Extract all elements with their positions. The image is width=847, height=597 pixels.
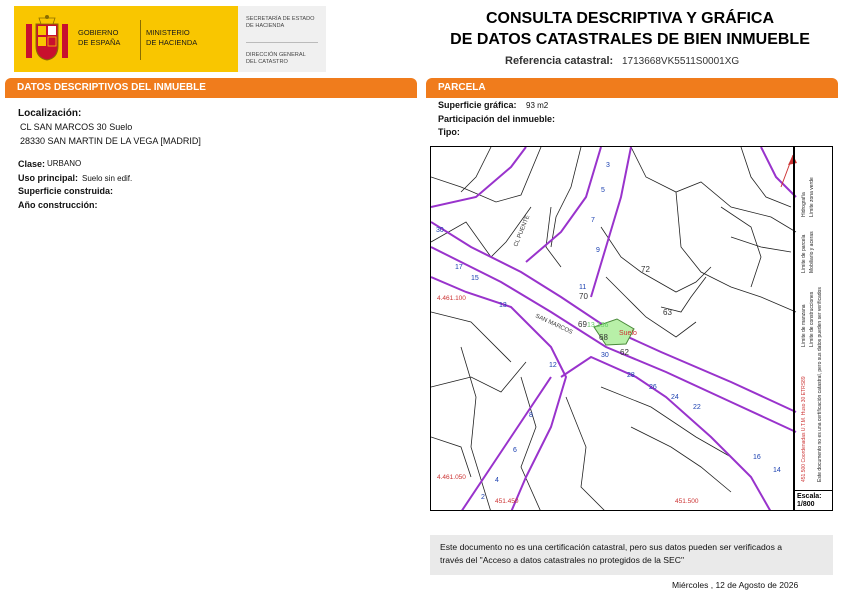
street-number: 26 — [649, 384, 657, 391]
lot-68: 68 — [599, 333, 608, 342]
ref-catastral-value: 1713668VK5511S0001XG — [622, 56, 740, 67]
secretaria-text: SECRETARÍA DE ESTADO DE HACIENDA — [246, 16, 315, 29]
ministry-text: MINISTERIO DE HACIENDA — [146, 28, 198, 47]
street-number: 15 — [471, 275, 479, 282]
lot-70: 70 — [579, 292, 588, 301]
street-number: 14 — [773, 467, 781, 474]
parcel-number: 13,136 — [587, 322, 609, 329]
superficie-grafica-label: Superficie gráfica: — [438, 100, 517, 110]
street-number: 30 — [436, 227, 444, 234]
direccion-general-text: DIRECCIÓN GENERAL DEL CATASTRO — [246, 52, 306, 65]
legend-mobiliario: Mobiliario y aceras — [809, 231, 815, 273]
logo-hline — [246, 42, 318, 43]
section-underline-left — [5, 96, 417, 98]
scale-box: Escala: 1/800 — [794, 490, 833, 511]
government-logo: GOBIERNO DE ESPAÑA MINISTERIO DE HACIEND… — [14, 6, 326, 72]
clase-label: Clase: — [18, 159, 46, 169]
coat-of-arms-icon — [26, 15, 68, 61]
street-san-marcos: SAN MARCOS — [534, 313, 573, 335]
lot-62: 62 — [620, 348, 629, 357]
uso-principal-value: Suelo sin edif. — [82, 174, 133, 183]
street-number: 8 — [529, 412, 533, 419]
superficie-grafica-value: 93 m2 — [526, 101, 549, 110]
map-svg: 13,136 Suelo 72 70 69 68 63 62 SAN MARCO… — [431, 147, 823, 510]
tipo-label: Tipo: — [438, 127, 460, 137]
superficie-construida-label: Superficie construida: — [18, 186, 114, 196]
legend-construcciones: Límite de construcciones — [809, 291, 815, 347]
lot-69: 69 — [578, 320, 587, 329]
legend-manzana: Límite de manzana — [801, 304, 807, 347]
street-number: 13 — [499, 302, 507, 309]
street-number: 7 — [591, 217, 595, 224]
section-header-datos: DATOS DESCRIPTIVOS DEL INMUEBLE — [5, 78, 417, 96]
street-number: 24 — [671, 394, 679, 401]
logo-divider — [140, 20, 141, 60]
section-underline-right — [426, 96, 838, 98]
street-number: 5 — [601, 187, 605, 194]
legend-parcela: Límite de parcela — [801, 234, 807, 273]
participacion-label: Participación del inmueble: — [438, 114, 556, 124]
gov-text: GOBIERNO DE ESPAÑA — [78, 28, 121, 47]
street-number: 3 — [606, 162, 610, 169]
coord-left-1: 4.461.100 — [437, 295, 466, 302]
address-line1: CL SAN MARCOS 30 Suelo — [20, 122, 133, 132]
street-number: 16 — [753, 454, 761, 461]
section-header-parcela: PARCELA — [426, 78, 838, 96]
street-number: 12 — [549, 362, 557, 369]
street-number: 4 — [495, 477, 499, 484]
street-number: 2 — [481, 494, 485, 501]
anio-construccion-label: Año construcción: — [18, 200, 98, 210]
legend-zona-verde: Límite zona verde — [809, 177, 815, 217]
coord-left-2: 4.461.050 — [437, 474, 466, 481]
legend-note: Este documento no es una certificación c… — [817, 287, 823, 482]
parcel-label: Suelo — [619, 330, 637, 337]
street-number: 30 — [601, 352, 609, 359]
street-number: 9 — [596, 247, 600, 254]
legend-coords: 451.500 Coordenadas U.T.M. Huso 30 ETRS8… — [801, 376, 807, 482]
legend-hidrografia: Hidrografía — [801, 192, 807, 217]
coord-bottom-1: 451.450 — [495, 498, 519, 505]
ref-catastral-label: Referencia catastral: — [505, 55, 614, 67]
street-number: 6 — [513, 447, 517, 454]
lot-63: 63 — [663, 308, 672, 317]
street-number: 22 — [693, 404, 701, 411]
street-number: 17 — [455, 264, 463, 271]
legend-separator — [793, 146, 795, 511]
coord-bottom-2: 451.500 — [675, 498, 699, 505]
logo-yellow-band: GOBIERNO DE ESPAÑA MINISTERIO DE HACIEND… — [14, 6, 238, 72]
street-number: 28 — [627, 372, 635, 379]
address-line2: 28330 SAN MARTIN DE LA VEGA [MADRID] — [20, 136, 201, 146]
document-date: Miércoles , 12 de Agosto de 2026 — [672, 580, 799, 590]
page-title: CONSULTA DESCRIPTIVA Y GRÁFICA DE DATOS … — [450, 10, 810, 48]
uso-principal-label: Uso principal: — [18, 173, 79, 183]
cadastral-map[interactable]: 13,136 Suelo 72 70 69 68 63 62 SAN MARCO… — [430, 146, 833, 511]
lot-72: 72 — [641, 265, 650, 274]
street-number: 11 — [579, 284, 586, 291]
certification-notice: Este documento no es una certificación c… — [430, 535, 833, 575]
north-arrow-icon — [780, 154, 797, 188]
localizacion-label: Localización: — [18, 108, 82, 119]
clase-value: URBANO — [47, 159, 82, 168]
